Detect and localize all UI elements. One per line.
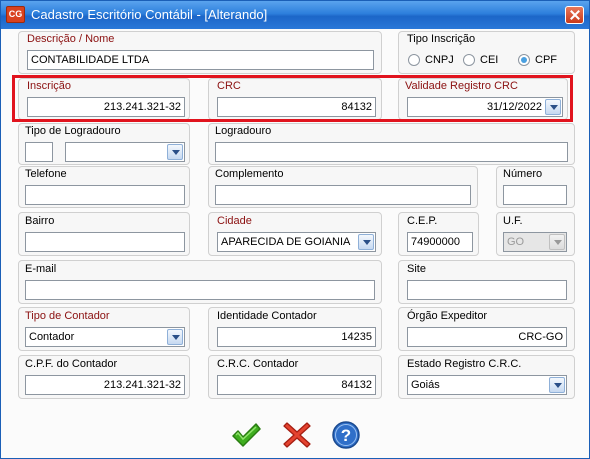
- estado-registro-group: Estado Registro C.R.C. Goiás: [398, 355, 575, 399]
- cidade-dropdown-button[interactable]: [358, 234, 374, 250]
- tipo-contador-dropdown-button[interactable]: [167, 329, 183, 345]
- check-icon: [232, 423, 261, 447]
- uf-dropdown-button: [549, 234, 565, 250]
- tipo-contador-group: Tipo de Contador Contador: [18, 307, 190, 351]
- telefone-group: Telefone: [18, 166, 190, 208]
- cidade-label: Cidade: [217, 215, 252, 227]
- uf-group: U.F. GO: [496, 212, 575, 256]
- site-field[interactable]: [407, 280, 567, 300]
- cpf-radio[interactable]: [518, 54, 530, 66]
- complemento-field[interactable]: [215, 185, 471, 205]
- email-label: E-mail: [25, 263, 57, 275]
- cep-field[interactable]: 74900000: [407, 232, 473, 252]
- logradouro-label: Logradouro: [215, 125, 272, 137]
- logradouro-field[interactable]: [215, 142, 568, 162]
- site-label: Site: [407, 263, 426, 275]
- cpf-contador-field[interactable]: 213.241.321-32: [25, 375, 185, 395]
- cei-radio-label: CEI: [480, 54, 499, 66]
- x-icon: [283, 422, 311, 448]
- crc-contador-label: C.R.C. Contador: [217, 358, 299, 370]
- cidade-select[interactable]: APARECIDA DE GOIANIA: [217, 232, 376, 252]
- cep-group: C.E.P. 74900000: [398, 212, 479, 256]
- tipo-contador-value: Contador: [29, 331, 75, 343]
- site-group: Site: [398, 260, 575, 304]
- telefone-label: Telefone: [25, 168, 67, 180]
- help-button[interactable]: ?: [330, 419, 362, 451]
- crc-contador-field[interactable]: 84132: [217, 375, 376, 395]
- email-group: E-mail: [18, 260, 382, 304]
- identidade-group: Identidade Contador 14235: [208, 307, 382, 351]
- cpf-contador-label: C.P.F. do Contador: [25, 358, 118, 370]
- cpf-contador-group: C.P.F. do Contador 213.241.321-32: [18, 355, 190, 399]
- complemento-group: Complemento: [208, 166, 478, 208]
- app-icon: CG: [6, 6, 25, 23]
- numero-group: Número: [496, 166, 575, 208]
- bairro-group: Bairro: [18, 212, 190, 256]
- confirm-button[interactable]: [230, 419, 262, 451]
- cancel-button[interactable]: [281, 419, 313, 451]
- title-bar: CG Cadastro Escritório Contábil - [Alter…: [1, 1, 589, 29]
- crc-contador-group: C.R.C. Contador 84132: [208, 355, 382, 399]
- tipo-logradouro-code-field[interactable]: [25, 142, 53, 162]
- logradouro-group: Logradouro: [208, 123, 575, 165]
- estado-registro-label: Estado Registro C.R.C.: [407, 358, 522, 370]
- estado-registro-dropdown-button[interactable]: [549, 377, 565, 393]
- tipo-logradouro-select[interactable]: [65, 142, 185, 162]
- tipo-contador-select[interactable]: Contador: [25, 327, 185, 347]
- uf-value: GO: [507, 236, 525, 248]
- orgao-field[interactable]: CRC-GO: [407, 327, 567, 347]
- cidade-value: APARECIDA DE GOIANIA: [221, 236, 351, 248]
- close-button[interactable]: [565, 6, 584, 24]
- identidade-label: Identidade Contador: [217, 310, 317, 322]
- tipo-contador-label: Tipo de Contador: [25, 310, 110, 322]
- window-title: Cadastro Escritório Contábil - [Alterand…: [31, 7, 268, 22]
- tipo-inscricao-group: Tipo Inscrição CNPJ CEI CPF: [398, 31, 575, 74]
- descricao-group: Descrição / Nome CONTABILIDADE LTDA: [18, 31, 382, 74]
- tipo-logradouro-label: Tipo de Logradouro: [25, 125, 121, 137]
- numero-label: Número: [503, 168, 543, 180]
- estado-registro-value: Goiás: [411, 379, 440, 391]
- telefone-field[interactable]: [25, 185, 185, 205]
- orgao-group: Órgão Expeditor CRC-GO: [398, 307, 575, 351]
- numero-field[interactable]: [503, 185, 567, 205]
- dialog-window: CG Cadastro Escritório Contábil - [Alter…: [0, 0, 590, 459]
- highlight-box: [12, 75, 573, 122]
- cnpj-radio[interactable]: [408, 54, 420, 66]
- bairro-field[interactable]: [25, 232, 185, 252]
- tipo-inscricao-label: Tipo Inscrição: [407, 33, 476, 45]
- descricao-label: Descrição / Nome: [27, 33, 115, 45]
- email-field[interactable]: [25, 280, 375, 300]
- bairro-label: Bairro: [25, 215, 55, 227]
- orgao-label: Órgão Expeditor: [407, 310, 488, 322]
- cnpj-radio-label: CNPJ: [425, 54, 454, 66]
- cidade-group: Cidade APARECIDA DE GOIANIA: [208, 212, 382, 256]
- help-icon: ?: [332, 421, 360, 449]
- cpf-radio-label: CPF: [535, 54, 557, 66]
- descricao-field[interactable]: CONTABILIDADE LTDA: [27, 50, 374, 70]
- tipo-logradouro-dropdown-button[interactable]: [167, 144, 183, 160]
- cep-label: C.E.P.: [407, 215, 438, 227]
- cei-radio[interactable]: [463, 54, 475, 66]
- svg-text:?: ?: [341, 426, 351, 445]
- uf-label: U.F.: [503, 215, 523, 227]
- identidade-field[interactable]: 14235: [217, 327, 376, 347]
- uf-select: GO: [503, 232, 567, 252]
- estado-registro-select[interactable]: Goiás: [407, 375, 567, 395]
- complemento-label: Complemento: [215, 168, 284, 180]
- tipo-logradouro-group: Tipo de Logradouro: [18, 123, 190, 165]
